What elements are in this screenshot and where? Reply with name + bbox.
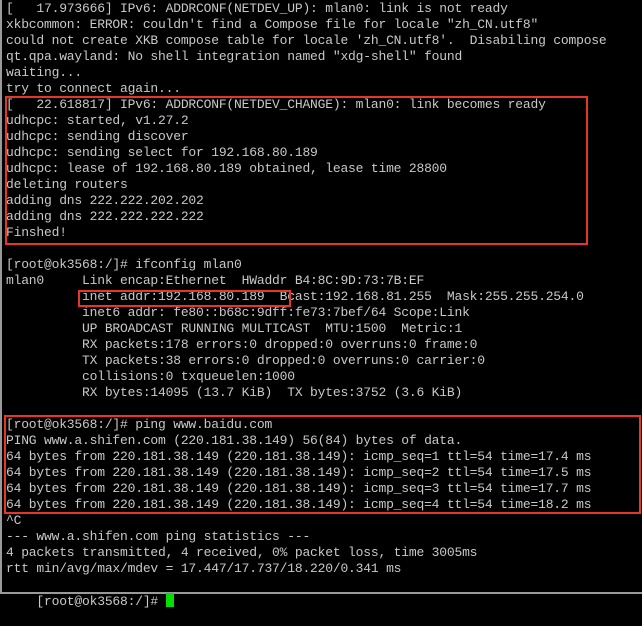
cursor[interactable] [165, 593, 174, 607]
terminal-line: [root@ok3568:/]# ifconfig mlan0 [6, 257, 242, 272]
highlight-box-dhcp [5, 96, 588, 245]
terminal-line: RX bytes:14095 (13.7 KiB) TX bytes:3752 … [6, 385, 463, 400]
terminal-line: TX packets:38 errors:0 dropped:0 overrun… [6, 353, 485, 368]
terminal-line: ^C [6, 513, 22, 528]
terminal-line: mlan0 Link encap:Ethernet HWaddr B4:8C:9… [6, 273, 425, 288]
terminal-window[interactable]: [ 17.973666] IPv6: ADDRCONF(NETDEV_UP): … [0, 0, 642, 609]
terminal-line: inet6 addr: fe80::b68c:9dff:fe73:7bef/64… [6, 305, 470, 320]
terminal-line: --- www.a.shifen.com ping statistics --- [6, 529, 311, 544]
prompt-line: [root@ok3568:/]# [6, 577, 174, 626]
terminal-line: waiting... [6, 65, 83, 80]
terminal-line: rtt min/avg/max/mdev = 17.447/17.737/18.… [6, 561, 402, 576]
prompt: [root@ok3568:/]# [36, 594, 166, 609]
terminal-line: could not create XKB compose table for l… [6, 33, 607, 48]
terminal-line: qt.qpa.wayland: No shell integration nam… [6, 49, 463, 64]
terminal-line: xkbcommon: ERROR: couldn't find a Compos… [6, 17, 539, 32]
highlight-box-ping [4, 415, 641, 514]
terminal-line: collisions:0 txqueuelen:1000 [6, 369, 295, 384]
terminal-line: UP BROADCAST RUNNING MULTICAST MTU:1500 … [6, 321, 463, 336]
highlight-box-inet-addr [78, 290, 291, 307]
terminal-line: 4 packets transmitted, 4 received, 0% pa… [6, 545, 478, 560]
terminal-line: try to connect again... [6, 81, 181, 96]
terminal-line: [ 17.973666] IPv6: ADDRCONF(NETDEV_UP): … [6, 1, 508, 16]
terminal-line: RX packets:178 errors:0 dropped:0 overru… [6, 337, 478, 352]
